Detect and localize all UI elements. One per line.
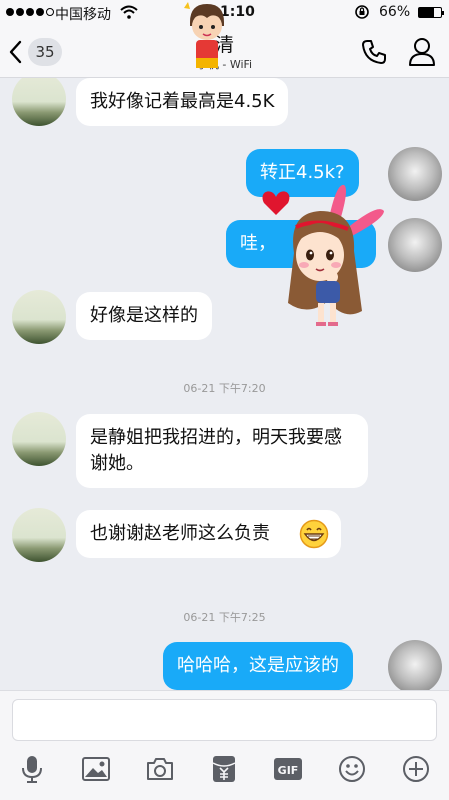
red-packet-icon xyxy=(212,756,236,782)
wifi-icon xyxy=(120,5,138,19)
emoji-button[interactable] xyxy=(334,753,370,785)
rotation-lock-icon xyxy=(355,5,369,19)
battery-percentage: 66% xyxy=(379,4,411,20)
gif-icon: GIF xyxy=(274,758,302,780)
message-text: 也谢谢赵老师这么负责 xyxy=(90,523,270,544)
my-avatar[interactable] xyxy=(388,147,442,201)
contact-profile-button[interactable] xyxy=(408,37,436,67)
contact-avatar[interactable] xyxy=(12,508,66,562)
svg-text:GIF: GIF xyxy=(278,764,299,777)
phone-call-button[interactable] xyxy=(360,38,388,66)
message-bubble-outgoing[interactable]: 哈哈哈，这是应该的 xyxy=(163,642,353,690)
emoji-icon xyxy=(339,756,365,782)
message-composer: GIF xyxy=(0,690,449,800)
voice-button[interactable] xyxy=(14,753,50,785)
my-avatar[interactable] xyxy=(388,218,442,272)
camera-icon xyxy=(147,758,173,780)
carrier-name: 中国移动 xyxy=(55,7,111,23)
chat-message-list[interactable]: 我好像记着最高是4.5K 转正4.5k? 哇， 好像是这样的 06-21 下午7… xyxy=(0,78,449,690)
message-input[interactable] xyxy=(12,699,437,741)
battery-icon xyxy=(418,7,444,18)
contact-avatar[interactable] xyxy=(12,290,66,344)
message-bubble-incoming[interactable]: 好像是这样的 xyxy=(76,292,212,340)
gif-button[interactable]: GIF xyxy=(270,753,306,785)
image-icon xyxy=(82,757,110,781)
message-timestamp: 06-21 下午7:20 xyxy=(183,382,266,395)
red-packet-button[interactable] xyxy=(206,753,242,785)
microphone-icon xyxy=(22,756,42,783)
image-button[interactable] xyxy=(78,753,114,785)
contact-avatar[interactable] xyxy=(12,412,66,466)
message-timestamp: 06-21 下午7:25 xyxy=(183,611,266,624)
grinning-emoji-icon xyxy=(299,519,329,549)
message-bubble-incoming[interactable]: 是静姐把我招进的，明天我要感谢她。 xyxy=(76,414,368,488)
message-bubble-incoming[interactable]: 我好像记着最高是4.5K xyxy=(76,78,289,126)
more-button[interactable] xyxy=(398,753,434,785)
message-bubble-incoming[interactable]: 也谢谢赵老师这么负责 xyxy=(76,510,341,558)
camera-button[interactable] xyxy=(142,753,178,785)
signal-strength-icon xyxy=(6,8,54,16)
contact-avatar[interactable] xyxy=(12,78,66,126)
cartoon-boy-sticker xyxy=(184,2,224,68)
my-avatar[interactable] xyxy=(388,640,442,690)
plus-icon xyxy=(403,756,429,782)
cartoon-girl-sticker xyxy=(262,184,384,326)
